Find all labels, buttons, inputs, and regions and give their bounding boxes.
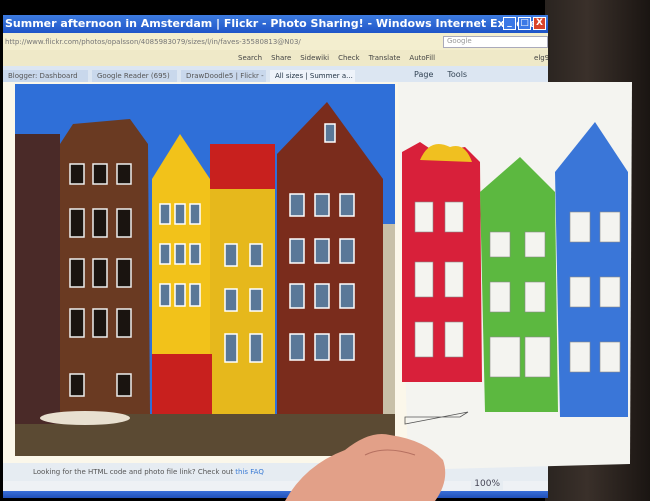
command-page[interactable]: Page	[414, 70, 433, 82]
zoom-level[interactable]: 100%	[471, 479, 503, 490]
minimize-button[interactable]: _	[503, 17, 516, 30]
amsterdam-photo	[15, 84, 395, 456]
hand	[285, 434, 446, 501]
toolbar-check[interactable]: Check	[338, 54, 360, 62]
tab-drawdoodle[interactable]: DrawDoodle5 | Flickr - ...	[181, 70, 266, 82]
toolbar-share[interactable]: Share	[271, 54, 291, 62]
tab-google-reader[interactable]: Google Reader (695)	[92, 70, 177, 82]
faq-link[interactable]: this FAQ	[235, 468, 264, 476]
tab-strip: Blogger: Dashboard Google Reader (695) D…	[3, 66, 548, 82]
url-input[interactable]: http://www.flickr.com/photos/opalsson/40…	[5, 38, 439, 46]
search-input[interactable]: Google	[443, 35, 548, 48]
faq-text: Looking for the HTML code and photo file…	[33, 468, 236, 476]
close-button[interactable]: X	[533, 17, 546, 30]
window-title: Summer afternoon in Amsterdam | Flickr -…	[5, 17, 543, 30]
toolbar-autofill[interactable]: AutoFill	[409, 54, 435, 62]
tab-all-sizes[interactable]: All sizes | Summer a...	[270, 70, 355, 82]
title-bar: Summer afternoon in Amsterdam | Flickr -…	[3, 15, 548, 33]
toolbar-search[interactable]: Search	[238, 54, 262, 62]
tab-blogger[interactable]: Blogger: Dashboard	[3, 70, 88, 82]
address-bar: http://www.flickr.com/photos/opalsson/40…	[3, 33, 548, 50]
toolbar-user[interactable]: elg961	[534, 54, 548, 62]
toolbar-translate[interactable]: Translate	[369, 54, 401, 62]
toolbar-sidewiki[interactable]: Sidewiki	[300, 54, 329, 62]
toolbar: Search Share Sidewiki Check Translate Au…	[3, 50, 548, 66]
command-tools[interactable]: Tools	[447, 70, 467, 82]
drawing-paper	[398, 82, 632, 470]
maximize-button[interactable]: □	[518, 17, 531, 30]
